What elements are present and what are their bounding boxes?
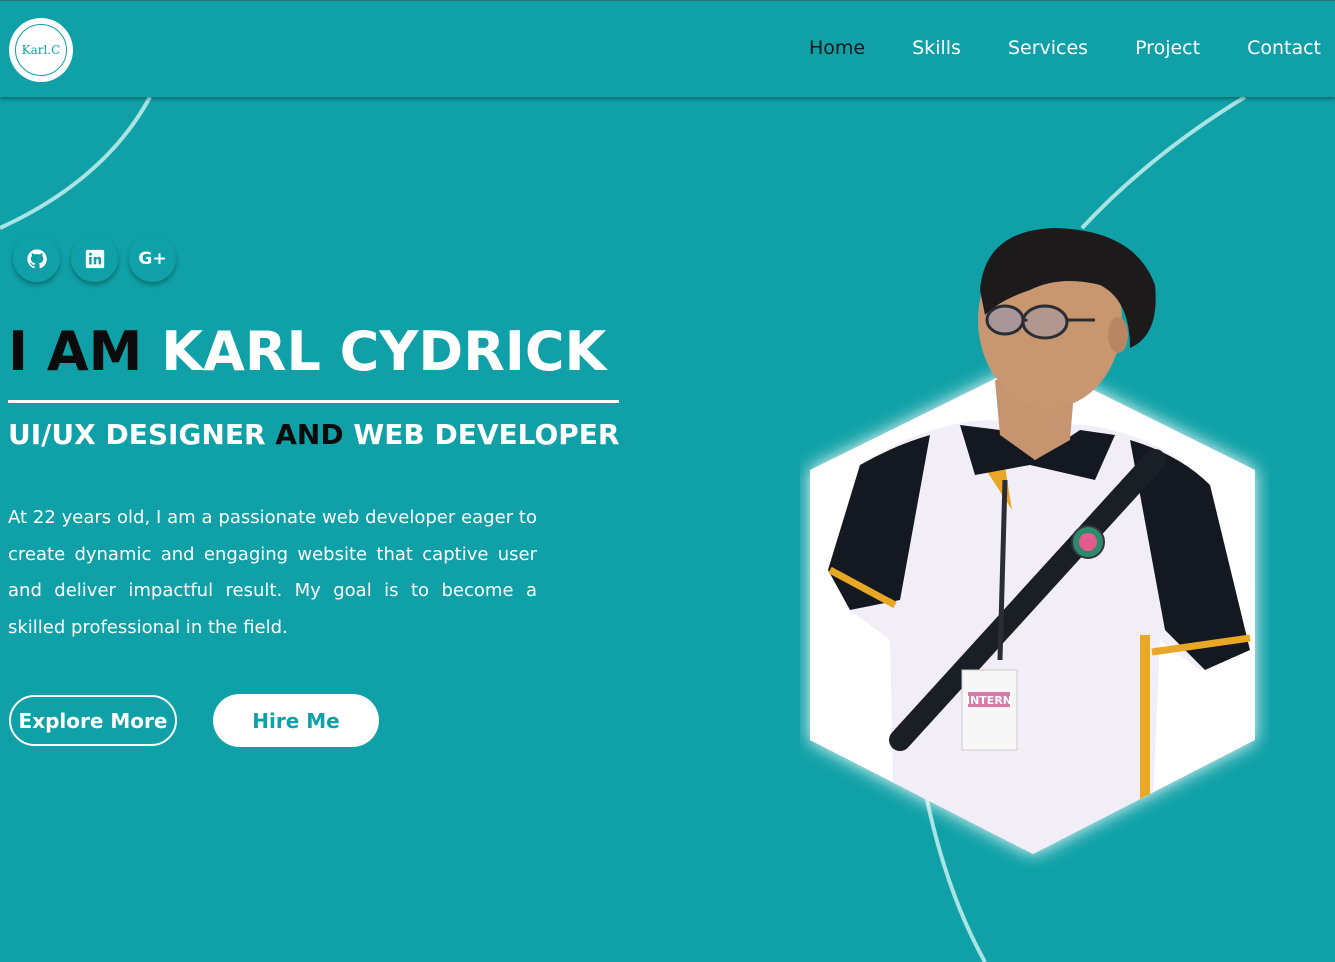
subtitle-and: AND <box>275 418 344 451</box>
linkedin-glyph <box>85 249 104 268</box>
arc-top-left <box>0 96 152 230</box>
id-card-text: INTERN <box>966 694 1012 707</box>
hero-subtitle: UI/UX DESIGNER AND WEB DEVELOPER <box>8 418 620 451</box>
profile-portrait: INTERN <box>810 228 1255 854</box>
site-header: Karl.C Home Skills Services Project Cont… <box>0 0 1335 97</box>
title-prefix: I AM <box>8 320 162 383</box>
github-icon[interactable] <box>13 235 60 282</box>
nav-contact[interactable]: Contact <box>1247 37 1321 59</box>
subtitle-role-1: UI/UX DESIGNER <box>8 418 276 451</box>
title-name: KARL CYDRICK <box>161 320 607 383</box>
logo-text: Karl.C <box>21 43 61 57</box>
title-underline <box>8 400 619 403</box>
linkedin-icon[interactable] <box>71 235 118 282</box>
nav-skills[interactable]: Skills <box>912 37 961 59</box>
nav-project[interactable]: Project <box>1135 37 1200 59</box>
id-card <box>961 669 1018 751</box>
github-glyph <box>26 248 47 268</box>
explore-more-button[interactable]: Explore More <box>9 695 177 746</box>
logo[interactable]: Karl.C <box>9 18 73 82</box>
nav-services[interactable]: Services <box>1008 37 1088 59</box>
main-nav: Home Skills Services Project Contact <box>762 37 1321 59</box>
nav-home[interactable]: Home <box>809 37 865 59</box>
social-links: G+ <box>13 235 187 282</box>
logo-ring: Karl.C <box>15 24 67 76</box>
hire-me-button[interactable]: Hire Me <box>213 694 379 747</box>
hero-title: I AM KARL CYDRICK <box>8 320 606 383</box>
google-plus-glyph: G+ <box>138 248 167 269</box>
portrait-figure <box>828 420 1251 854</box>
hero-bio: At 22 years old, I am a passionate web d… <box>8 507 537 639</box>
google-plus-icon[interactable]: G+ <box>129 235 176 282</box>
arc-top-right <box>1080 95 1247 230</box>
subtitle-role-2: WEB DEVELOPER <box>343 418 620 451</box>
